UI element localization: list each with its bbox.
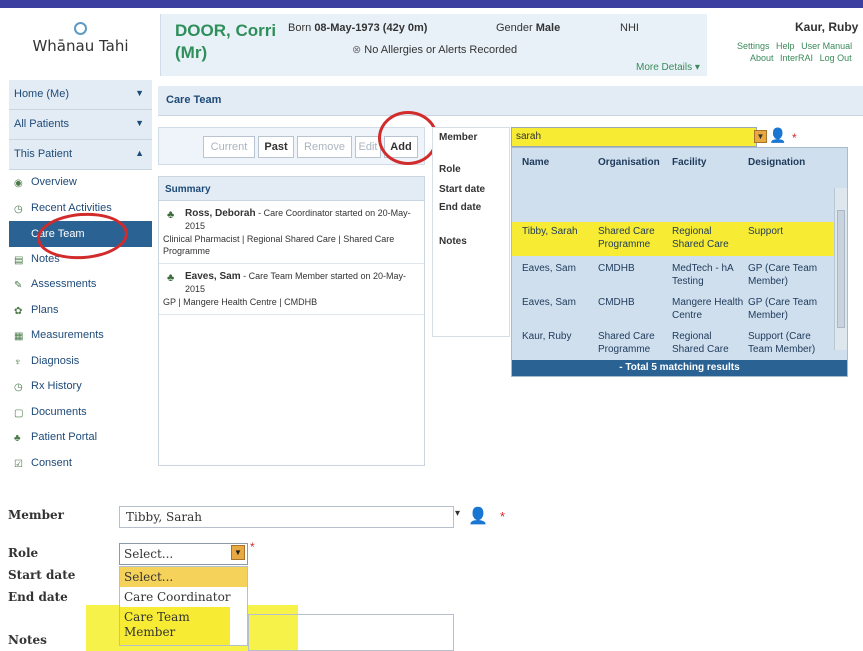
list-item[interactable]: ♣ Eaves, Sam - Care Team Member started … — [159, 264, 424, 315]
scrollbar-thumb[interactable] — [837, 210, 845, 328]
table-row[interactable]: Eaves, Sam CMDHB Mangere Health Centre G… — [512, 296, 835, 330]
patient-gender: Gender Male — [496, 22, 561, 34]
person-icon: ♣ — [167, 209, 175, 221]
notes-textarea[interactable] — [248, 614, 454, 651]
user-name: Kaur, Ruby — [795, 20, 859, 34]
sidebar-item-measurements[interactable]: ▦ Measurements — [9, 323, 152, 349]
sidebar-item-documents[interactable]: ▢ Documents — [9, 400, 152, 426]
member-form-labels: Member Role Start date End date Notes — [432, 127, 510, 337]
column-header-designation: Designation — [748, 157, 806, 168]
sidebar-item-overview[interactable]: ◉ Overview — [9, 170, 152, 196]
required-marker: * — [250, 540, 255, 554]
notes-label: Notes — [8, 633, 47, 647]
remove-button[interactable]: Remove — [297, 136, 352, 158]
table-row[interactable]: Tibby, Sarah Shared Care Programme Regio… — [512, 222, 835, 256]
member-field[interactable]: Tibby, Sarah — [119, 506, 454, 528]
rx-icon: ◷ — [14, 382, 23, 393]
column-header-name: Name — [522, 157, 550, 168]
start-date-label: Start date — [8, 568, 76, 582]
end-date-label: End date — [439, 202, 482, 213]
nav-all-patients[interactable]: All Patients ▼ — [9, 110, 152, 140]
top-accent-bar — [0, 0, 863, 8]
required-marker: * — [500, 509, 506, 524]
person-icon: ♣ — [167, 272, 175, 284]
eye-icon: ◉ — [14, 178, 23, 189]
care-team-summary: Summary ♣ Ross, Deborah - Care Coordinat… — [158, 176, 425, 466]
logo[interactable]: Whānau Tahi — [18, 22, 143, 62]
current-button[interactable]: Current — [203, 136, 255, 158]
member-label: Member — [8, 508, 64, 522]
column-header-facility: Facility — [672, 157, 707, 168]
measurement-icon: ▦ — [14, 331, 24, 342]
user-lookup-icon[interactable]: 👤 — [769, 127, 786, 144]
logout-link[interactable]: Log Out — [820, 53, 852, 63]
notes-icon: ▤ — [14, 254, 24, 266]
consent-icon: ☑ — [14, 458, 23, 470]
people-icon — [14, 227, 27, 238]
patient-nhi: NHI — [620, 22, 639, 34]
member-label: Member — [439, 132, 478, 143]
role-dropdown-list: Select... Care Coordinator Care Team Mem… — [119, 566, 248, 646]
role-select[interactable]: Select... — [119, 543, 248, 565]
sidebar-item-consent[interactable]: ☑ Consent — [9, 451, 152, 477]
plans-icon: ✿ — [14, 305, 23, 317]
member-search-results: Name Organisation Facility Designation T… — [511, 147, 848, 377]
annotation-circle-add — [378, 111, 438, 165]
table-row[interactable]: Eaves, Sam CMDHB MedTech - hA Testing GP… — [512, 262, 835, 296]
summary-header: Summary — [159, 177, 424, 201]
patient-born: Born 08-May-1973 (42y 0m) — [288, 22, 428, 34]
header-links-row1: Settings Help User Manual — [733, 41, 852, 51]
sidebar-item-plans[interactable]: ✿ Plans — [9, 298, 152, 324]
interrai-link[interactable]: InterRAI — [780, 53, 813, 63]
role-option[interactable]: Care Coordinator — [120, 587, 247, 607]
role-option[interactable]: Care Team Member — [120, 607, 230, 645]
more-details-link[interactable]: More Details ▾ — [636, 62, 700, 73]
member-search-input[interactable]: sarah — [511, 127, 757, 147]
nav-home[interactable]: Home (Me) ▼ — [9, 80, 152, 110]
chevron-down-icon[interactable]: ▼ — [231, 545, 245, 560]
logo-text: Whānau Tahi — [32, 37, 129, 55]
total-results[interactable]: - Total 5 matching results — [512, 360, 847, 376]
sidebar-item-diagnosis[interactable]: ♆ Diagnosis — [9, 349, 152, 375]
column-header-organisation: Organisation — [598, 157, 660, 168]
notes-label: Notes — [439, 236, 467, 247]
list-item[interactable]: ♣ Ross, Deborah - Care Coordinator start… — [159, 201, 424, 264]
start-date-label: Start date — [439, 184, 486, 195]
table-row[interactable]: Kaur, Ruby Shared Care Programme Regiona… — [512, 330, 835, 362]
results-scrollbar[interactable] — [834, 188, 847, 350]
user-manual-link[interactable]: User Manual — [801, 41, 852, 51]
required-marker: * — [792, 131, 797, 145]
sidebar-item-patient-portal[interactable]: ♣ Patient Portal — [9, 425, 152, 451]
chevron-up-icon: ▲ — [135, 148, 144, 158]
chevron-down-icon[interactable]: ▾ — [455, 508, 460, 519]
patient-name: DOOR, Corri (Mr) — [175, 21, 277, 62]
page-title: Care Team — [158, 86, 863, 116]
settings-link[interactable]: Settings — [737, 41, 770, 51]
document-icon: ▢ — [14, 407, 24, 419]
past-button[interactable]: Past — [258, 136, 294, 158]
chevron-down-icon: ▼ — [135, 118, 144, 128]
logo-icon — [74, 22, 87, 35]
clock-icon: ◷ — [14, 203, 23, 215]
help-link[interactable]: Help — [776, 41, 795, 51]
sidebar-item-assessments[interactable]: ✎ Assessments — [9, 272, 152, 298]
chevron-down-icon[interactable]: ▼ — [754, 130, 767, 143]
assessment-icon: ✎ — [14, 280, 23, 291]
nav-this-patient[interactable]: This Patient ▲ — [9, 140, 152, 170]
chevron-down-icon: ▼ — [135, 88, 144, 98]
diagnosis-icon: ♆ — [14, 356, 22, 368]
alerts-status: ⊗ No Allergies or Alerts Recorded — [352, 44, 518, 56]
alert-icon: ⊗ — [352, 44, 362, 56]
sidebar: Home (Me) ▼ All Patients ▼ This Patient ▲ ◉… — [9, 80, 152, 470]
role-label: Role — [8, 546, 39, 560]
end-date-label: End date — [8, 590, 68, 604]
role-option[interactable]: Select... — [120, 567, 247, 587]
header-links-row2: About InterRAI Log Out — [746, 53, 852, 63]
portal-icon: ♣ — [14, 433, 21, 444]
about-link[interactable]: About — [750, 53, 774, 63]
role-label: Role — [439, 164, 461, 175]
user-lookup-icon[interactable]: 👤 — [468, 506, 488, 526]
sidebar-item-rx-history[interactable]: ◷ Rx History — [9, 374, 152, 400]
